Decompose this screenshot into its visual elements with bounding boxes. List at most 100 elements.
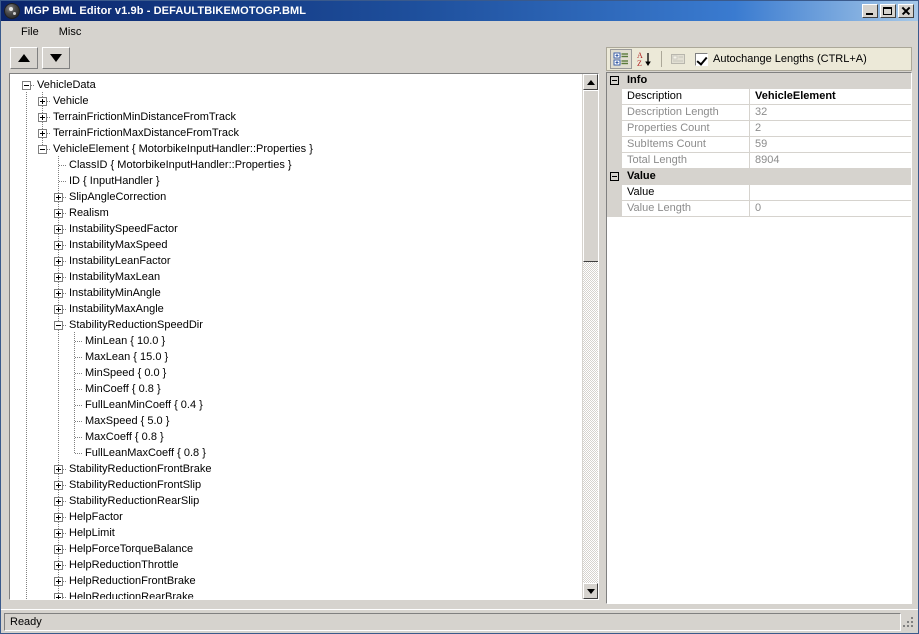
expand-node-icon[interactable] <box>54 289 63 298</box>
menu-misc[interactable]: Misc <box>49 23 92 41</box>
tree-node[interactable]: HelpForceTorqueBalance <box>10 541 582 557</box>
scroll-thumb[interactable] <box>583 90 599 262</box>
tree-node[interactable]: HelpReductionThrottle <box>10 557 582 573</box>
property-row[interactable]: Value <box>607 185 911 201</box>
tree-node[interactable]: VehicleData <box>10 77 582 93</box>
checkbox-box-icon <box>695 53 708 66</box>
collapse-category-icon[interactable] <box>610 76 619 85</box>
app-ball-icon <box>4 3 20 19</box>
tree-node[interactable]: MaxSpeed { 5.0 } <box>10 413 582 429</box>
scroll-up-button[interactable] <box>583 74 598 90</box>
expand-node-icon[interactable] <box>54 257 63 266</box>
tree-node[interactable]: FullLeanMaxCoeff { 0.8 } <box>10 445 582 461</box>
property-row[interactable]: SubItems Count59 <box>607 137 911 153</box>
tree-node[interactable]: TerrainFrictionMinDistanceFromTrack <box>10 109 582 125</box>
tree-node[interactable]: InstabilityMaxLean <box>10 269 582 285</box>
tree-node[interactable]: StabilityReductionSpeedDir <box>10 317 582 333</box>
property-row[interactable]: DescriptionVehicleElement <box>607 89 911 105</box>
expand-node-icon[interactable] <box>38 113 47 122</box>
tree-node[interactable]: Realism <box>10 205 582 221</box>
categorized-view-button[interactable] <box>610 49 632 69</box>
expand-node-icon[interactable] <box>54 241 63 250</box>
tree-node[interactable]: InstabilitySpeedFactor <box>10 221 582 237</box>
expand-node-icon[interactable] <box>54 545 63 554</box>
tree-guide-line <box>26 204 27 221</box>
tree-node[interactable]: InstabilityMinAngle <box>10 285 582 301</box>
title-bar[interactable]: MGP BML Editor v1.9b - DEFAULTBIKEMOTOGP… <box>1 1 918 21</box>
collapse-node-icon[interactable] <box>38 145 47 154</box>
property-row[interactable]: Value Length0 <box>607 201 911 217</box>
tree-node[interactable]: SlipAngleCorrection <box>10 189 582 205</box>
expand-node-icon[interactable] <box>54 209 63 218</box>
tree-node[interactable]: HelpFactor <box>10 509 582 525</box>
tree-node[interactable]: MinLean { 10.0 } <box>10 333 582 349</box>
expand-node-icon[interactable] <box>54 225 63 234</box>
property-row[interactable]: Properties Count2 <box>607 121 911 137</box>
tree-node[interactable]: HelpReductionFrontBrake <box>10 573 582 589</box>
resize-grip-icon[interactable] <box>901 615 915 629</box>
expand-node-icon[interactable] <box>54 497 63 506</box>
property-category-row[interactable]: Info <box>607 73 911 89</box>
tree-guide-line <box>58 428 59 445</box>
expand-node-icon[interactable] <box>54 465 63 474</box>
tree-node[interactable]: InstabilityMaxAngle <box>10 301 582 317</box>
tree-node[interactable]: InstabilityMaxSpeed <box>10 237 582 253</box>
tree-guide-line <box>75 421 83 422</box>
tree-node[interactable]: Vehicle <box>10 93 582 109</box>
property-grid[interactable]: InfoDescriptionVehicleElementDescription… <box>606 72 912 604</box>
tree-node[interactable]: MaxLean { 15.0 } <box>10 349 582 365</box>
tree-node-label: HelpFactor <box>69 509 123 525</box>
expand-node-icon[interactable] <box>54 593 63 599</box>
close-button[interactable] <box>898 4 914 18</box>
categorized-view-icon <box>613 51 629 67</box>
move-up-button[interactable] <box>10 47 38 69</box>
tree-node[interactable]: ClassID { MotorbikeInputHandler::Propert… <box>10 157 582 173</box>
expand-node-icon[interactable] <box>54 305 63 314</box>
tree-node[interactable]: ID { InputHandler } <box>10 173 582 189</box>
expand-node-icon[interactable] <box>54 577 63 586</box>
tree-node[interactable]: MaxCoeff { 0.8 } <box>10 429 582 445</box>
tree-guide-line <box>26 252 27 269</box>
collapse-category-icon[interactable] <box>610 172 619 181</box>
minimize-button[interactable] <box>862 4 878 18</box>
tree-node[interactable]: StabilityReductionFrontBrake <box>10 461 582 477</box>
tree-guide-line <box>58 380 59 397</box>
expand-node-icon[interactable] <box>38 97 47 106</box>
expand-node-icon[interactable] <box>54 481 63 490</box>
tree-node[interactable]: HelpReductionRearBrake <box>10 589 582 599</box>
property-row[interactable]: Total Length8904 <box>607 153 911 169</box>
alphabetical-sort-button[interactable]: A Z <box>634 49 656 69</box>
tree-node[interactable]: MinSpeed { 0.0 } <box>10 365 582 381</box>
tree-node[interactable]: InstabilityLeanFactor <box>10 253 582 269</box>
maximize-button[interactable] <box>880 4 896 18</box>
expand-node-icon[interactable] <box>54 193 63 202</box>
expand-node-icon[interactable] <box>54 513 63 522</box>
collapse-node-icon[interactable] <box>22 81 31 90</box>
property-row[interactable]: Description Length32 <box>607 105 911 121</box>
tree-node[interactable]: TerrainFrictionMaxDistanceFromTrack <box>10 125 582 141</box>
expand-node-icon[interactable] <box>54 529 63 538</box>
expand-node-icon[interactable] <box>54 273 63 282</box>
move-down-button[interactable] <box>42 47 70 69</box>
tree-vertical-scrollbar[interactable] <box>582 74 598 599</box>
tree-node[interactable]: VehicleElement { MotorbikeInputHandler::… <box>10 141 582 157</box>
menu-file[interactable]: File <box>11 23 49 41</box>
tree-node-label: ID { InputHandler } <box>69 173 160 189</box>
expand-node-icon[interactable] <box>38 129 47 138</box>
scroll-down-button[interactable] <box>583 583 598 599</box>
tree-scrollport[interactable]: VehicleDataVehicleTerrainFrictionMinDist… <box>10 74 582 599</box>
property-pages-button[interactable] <box>667 49 689 69</box>
tree-node[interactable]: FullLeanMinCoeff { 0.4 } <box>10 397 582 413</box>
property-value[interactable] <box>750 185 911 200</box>
tree-node[interactable]: StabilityReductionRearSlip <box>10 493 582 509</box>
expand-node-icon[interactable] <box>54 561 63 570</box>
tree-node[interactable]: HelpLimit <box>10 525 582 541</box>
autochange-lengths-checkbox[interactable]: Autochange Lengths (CTRL+A) <box>695 53 867 66</box>
property-category-row[interactable]: Value <box>607 169 911 185</box>
tree-view[interactable]: VehicleDataVehicleTerrainFrictionMinDist… <box>10 77 582 599</box>
property-name: Total Length <box>622 153 750 168</box>
property-value[interactable]: VehicleElement <box>750 89 911 104</box>
collapse-node-icon[interactable] <box>54 321 63 330</box>
tree-node[interactable]: MinCoeff { 0.8 } <box>10 381 582 397</box>
tree-node[interactable]: StabilityReductionFrontSlip <box>10 477 582 493</box>
